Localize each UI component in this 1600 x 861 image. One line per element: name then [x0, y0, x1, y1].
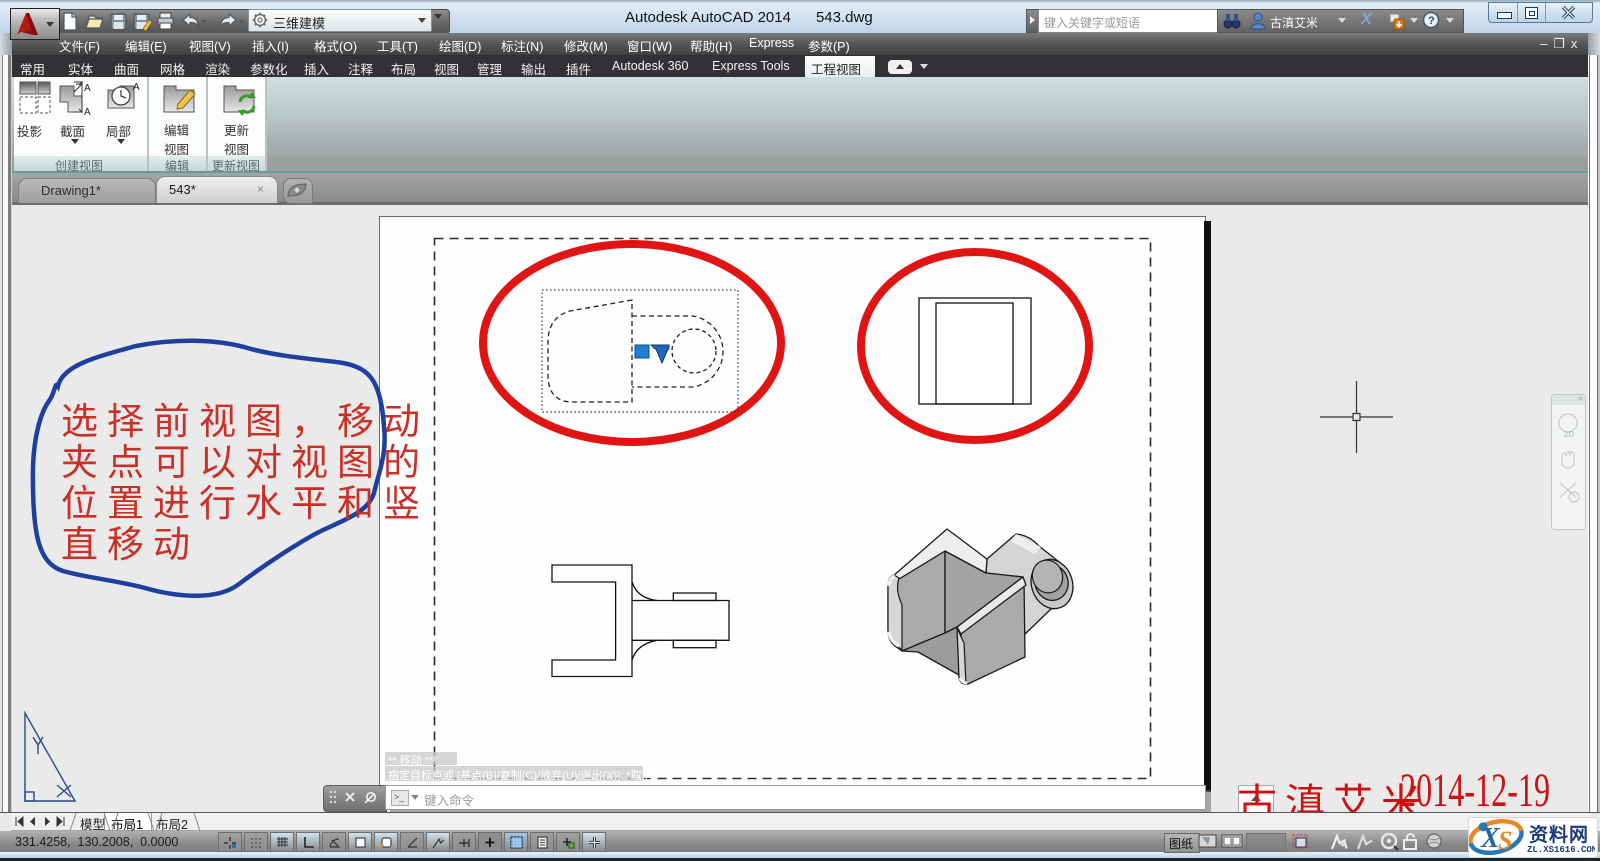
svg-text:A: A [84, 107, 91, 118]
svg-text:A: A [84, 83, 91, 94]
svg-text:A: A [133, 82, 140, 93]
svg-text:2D: 2D [1564, 430, 1574, 439]
svg-text:资料网: 资料网 [1529, 823, 1589, 846]
svg-text:S: S [1498, 826, 1512, 855]
svg-text:?: ? [1428, 15, 1435, 27]
svg-text:ZL.XS1616.COM: ZL.XS1616.COM [1527, 845, 1595, 855]
